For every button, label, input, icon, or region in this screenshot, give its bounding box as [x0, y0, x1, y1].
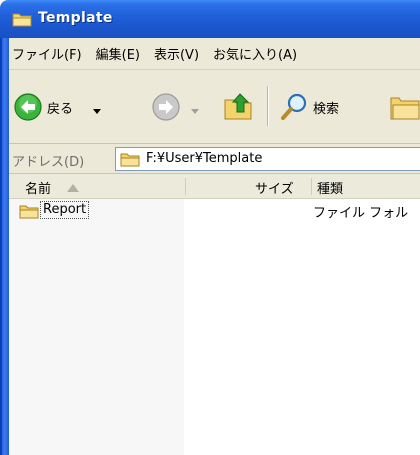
folders-icon[interactable] [389, 92, 420, 126]
search-icon [279, 92, 309, 126]
column-divider[interactable] [311, 178, 312, 195]
folder-icon [120, 151, 140, 171]
back-arrow-icon [13, 92, 43, 126]
address-label: アドレス(D) [12, 155, 85, 170]
menu-bar: ファイル(F) 編集(E) 表示(V) お気に入り(A) [9, 38, 420, 70]
title-bar[interactable]: Template [0, 0, 420, 38]
list-item-type: ファイル フォル [313, 206, 409, 221]
list-item[interactable]: Report ファイル フォル [9, 199, 420, 221]
column-header-name[interactable]: 名前 [25, 178, 51, 197]
forward-arrow-icon [151, 92, 181, 126]
sorted-column-highlight [9, 199, 184, 455]
folder-icon [19, 203, 39, 223]
column-divider[interactable] [185, 178, 186, 195]
menu-file[interactable]: ファイル(F) [9, 44, 89, 63]
toolbar: 戻る 検索 [9, 70, 420, 144]
dropdown-arrow-icon[interactable] [93, 104, 101, 119]
window-title: Template [38, 10, 113, 26]
menu-edit[interactable]: 編集(E) [89, 44, 147, 63]
address-bar: アドレス(D) F:¥User¥Template [9, 144, 420, 174]
menu-favorites[interactable]: お気に入り(A) [206, 44, 304, 63]
address-value: F:¥User¥Template [146, 151, 263, 166]
search-button[interactable]: 検索 [279, 90, 369, 124]
column-header-size[interactable]: サイズ [255, 178, 294, 197]
folder-icon [12, 11, 32, 27]
address-field[interactable]: F:¥User¥Template [115, 147, 420, 171]
column-header-type[interactable]: 種類 [317, 178, 343, 197]
menu-view[interactable]: 表示(V) [147, 44, 206, 63]
dropdown-arrow-icon[interactable] [191, 104, 199, 119]
back-label: 戻る [47, 102, 74, 117]
forward-button[interactable] [151, 90, 211, 124]
list-item-name[interactable]: Report [40, 201, 90, 219]
explorer-window: Template ファイル(F) 編集(E) 表示(V) お気に入り(A) 戻る [0, 0, 420, 455]
list-header: 名前 サイズ 種類 [9, 174, 420, 199]
back-button[interactable]: 戻る [13, 90, 113, 124]
search-label: 検索 [313, 102, 340, 117]
up-folder-icon[interactable] [223, 90, 255, 126]
file-list[interactable]: Report ファイル フォル [9, 199, 420, 455]
window-frame-left [0, 38, 9, 455]
toolbar-separator [267, 86, 269, 126]
sort-ascending-icon [67, 181, 79, 196]
